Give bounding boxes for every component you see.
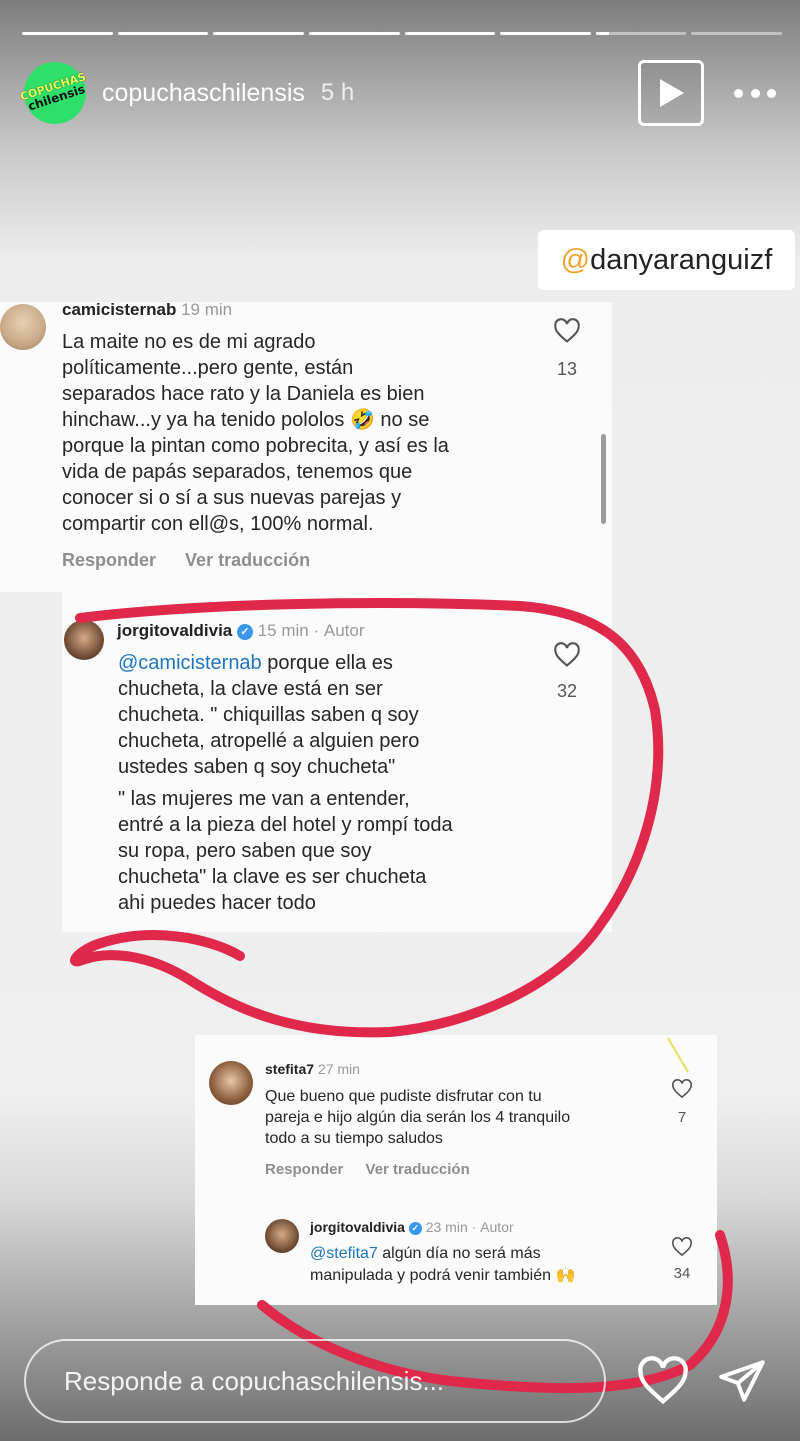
progress-fill <box>595 32 610 35</box>
progress-segment <box>117 32 209 35</box>
heart-icon <box>672 1237 692 1257</box>
comment-separator: · <box>471 1219 477 1235</box>
comment-like-count: 13 <box>556 359 578 379</box>
comment-username[interactable]: camicisternab <box>62 300 176 319</box>
mention-handle: danyaranguizf <box>590 243 773 276</box>
account-avatar[interactable]: COPUCHAS chilensis <box>15 53 95 133</box>
instagram-story[interactable]: COPUCHAS chilensis copuchaschilensis 5 h… <box>0 0 800 1441</box>
comment-avatar <box>209 1061 253 1105</box>
heart-icon <box>638 1356 688 1405</box>
comment-avatar <box>0 304 46 350</box>
comment-card-stefita7: stefita7 27 min Que bueno que pudiste di… <box>195 1035 717 1305</box>
reply-input[interactable]: Responde a copuchaschilensis... <box>24 1339 606 1423</box>
like-story-button[interactable] <box>636 1356 690 1406</box>
progress-segment <box>308 32 400 35</box>
progress-fill <box>308 32 400 35</box>
more-options-button[interactable] <box>734 82 776 104</box>
progress-fill <box>22 32 113 35</box>
translate-link[interactable]: Ver traducción <box>366 1161 470 1178</box>
more-icon <box>734 88 743 98</box>
comment-like[interactable]: 32 <box>550 642 584 702</box>
comment-username[interactable]: jorgitovaldivia <box>310 1219 405 1235</box>
author-label: Autor <box>480 1219 514 1235</box>
comment-like-count: 32 <box>556 681 578 701</box>
comment-username[interactable]: stefita7 <box>265 1061 314 1077</box>
account-username[interactable]: copuchaschilensis <box>102 79 305 108</box>
send-icon <box>719 1360 765 1402</box>
reply-placeholder: Responde a copuchaschilensis... <box>64 1365 445 1396</box>
verified-badge-icon: ✓ <box>236 623 253 640</box>
progress-segment <box>404 32 496 35</box>
send-button[interactable] <box>716 1356 768 1406</box>
author-label: Autor <box>323 621 365 640</box>
comment-text: @camicisternab porque ella es chucheta, … <box>118 652 453 914</box>
comment-like[interactable]: 7 <box>668 1079 696 1126</box>
mention-sticker[interactable]: @ danyaranguizf <box>538 230 795 290</box>
play-icon <box>660 79 684 107</box>
heart-icon <box>672 1079 692 1099</box>
progress-segment <box>213 32 304 35</box>
verified-badge-icon: ✓ <box>408 1221 422 1235</box>
progress-segment <box>500 32 591 35</box>
translate-link[interactable]: Ver traducción <box>185 550 310 570</box>
comment-time: 27 min <box>317 1061 360 1077</box>
story-header: COPUCHAS chilensis copuchaschilensis 5 h <box>15 53 776 133</box>
comment-username-line: jorgitovaldivia ✓ 15 min · Autor <box>117 621 365 641</box>
reply-link[interactable]: Responder <box>62 550 156 570</box>
comment-avatar <box>64 620 104 660</box>
comment-text: Que bueno que pudiste disfrutar con tu p… <box>265 1088 571 1147</box>
comment-time: 15 min <box>257 621 309 640</box>
comment-avatar <box>265 1219 299 1253</box>
comment-like-count: 34 <box>673 1265 691 1282</box>
comment-actions: Responder Ver traducción <box>265 1161 470 1178</box>
comment-username[interactable]: jorgitovaldivia <box>117 621 232 640</box>
comment-text: @stefita7 algún día no será más manipula… <box>310 1245 576 1284</box>
story-time-ago: 5 h <box>320 79 355 106</box>
comment-time: 23 min <box>425 1219 468 1235</box>
comment-separator: · <box>313 621 320 640</box>
progress-segment <box>22 32 113 35</box>
story-progress-bar <box>22 32 782 36</box>
comment-card-jorgitovaldivia: jorgitovaldivia ✓ 15 min · Autor @camici… <box>62 592 612 932</box>
comment-like[interactable]: 34 <box>668 1237 696 1282</box>
play-button[interactable] <box>638 60 704 126</box>
comment-username-line: jorgitovaldivia ✓ 23 min · Autor <box>310 1219 514 1235</box>
comment-text: La maite no es de mi agrado políticament… <box>62 331 449 535</box>
reply-link[interactable]: Responder <box>265 1161 343 1178</box>
progress-fill <box>404 32 496 35</box>
comment-like[interactable]: 13 <box>550 318 584 380</box>
comment-username-line: camicisternab 19 min <box>62 300 232 320</box>
progress-segment <box>595 32 687 35</box>
comment-actions: Responder Ver traducción <box>62 550 310 571</box>
comment-card-camicisternab: camicisternab 19 min La maite no es de m… <box>0 300 612 592</box>
heart-icon <box>554 642 580 667</box>
comment-time: 19 min <box>181 300 233 319</box>
progress-fill <box>117 32 209 35</box>
heart-icon <box>554 318 580 343</box>
progress-fill <box>213 32 304 35</box>
comments-scrollbar[interactable] <box>601 434 606 524</box>
comment-mention[interactable]: @camicisternab <box>118 652 262 674</box>
comment-like-count: 7 <box>677 1109 687 1126</box>
comment-mention[interactable]: @stefita7 <box>310 1245 378 1262</box>
mention-at-sign: @ <box>560 243 591 276</box>
comment-username-line: stefita7 27 min <box>265 1061 360 1077</box>
progress-fill <box>500 32 591 35</box>
progress-segment <box>691 32 782 35</box>
